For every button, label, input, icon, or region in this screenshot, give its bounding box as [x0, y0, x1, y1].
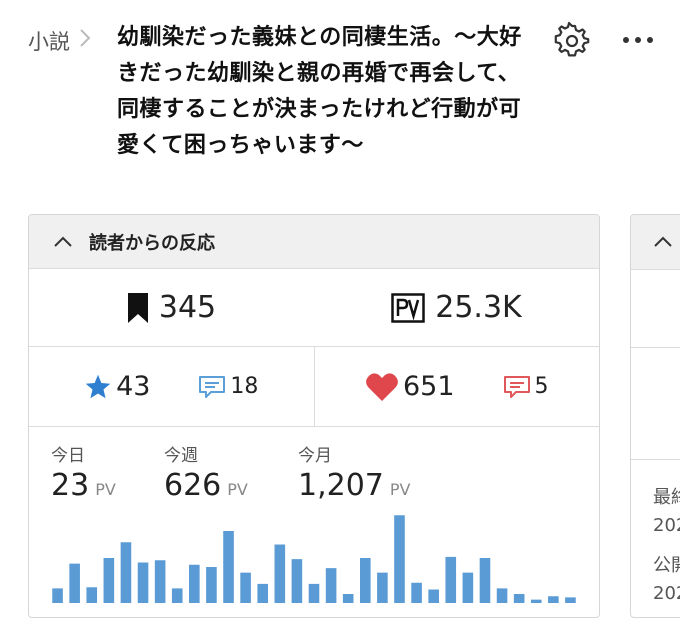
daily-pv-chart [52, 515, 576, 603]
heart-count: 651 [365, 371, 455, 402]
comment-icon [503, 375, 530, 398]
pv-bar [69, 563, 80, 603]
gear-icon[interactable] [552, 20, 592, 60]
side-card: 最終 202 公開 202 [630, 214, 680, 618]
side-card-value: 202 [653, 583, 680, 604]
work-title[interactable]: 幼馴染だった義妹との同棲生活。〜大好きだった幼馴染と親の再婚で再会して、同棲する… [117, 20, 537, 164]
pv-bar [411, 582, 422, 603]
pv-bar [137, 562, 149, 603]
pv-bar [120, 542, 132, 603]
pv-stats: 今日 23 PV 今週 626 PV 今月 1,207 PV [29, 427, 599, 617]
reactions-card: 読者からの反応 345 25.3K 43 18 651 5 今日 23 PV 今… [28, 214, 600, 618]
side-card-label: 最終 [653, 487, 680, 508]
pv-bar [308, 583, 320, 603]
breadcrumb-category[interactable]: 小説 [28, 26, 70, 56]
pv-bar [513, 594, 525, 603]
chevron-up-icon [654, 236, 672, 247]
side-card-divider [631, 347, 680, 348]
more-icon[interactable] [618, 20, 658, 60]
pv-bar [257, 583, 269, 603]
totals-row: 345 25.3K [29, 269, 599, 347]
pv-bar [496, 588, 508, 603]
pv-bar [479, 558, 491, 603]
reactions-heading: 読者からの反応 [89, 232, 215, 254]
pv-bar [548, 596, 559, 603]
pv-bar [530, 599, 542, 603]
pv-month: 今月 1,207 PV [298, 446, 411, 503]
heart-comment-count: 5 [503, 374, 549, 399]
comment-icon [199, 375, 226, 398]
pv-today: 今日 23 PV [51, 446, 116, 503]
pv-bar [428, 589, 439, 603]
breadcrumb[interactable]: 小説 [28, 26, 92, 56]
chevron-right-icon [78, 27, 92, 55]
heart-reactions: 651 5 [313, 347, 600, 426]
pv-bar [154, 560, 166, 603]
pv-bar [103, 558, 115, 603]
pv-bar [325, 568, 337, 603]
work-header: 小説 幼馴染だった義妹との同棲生活。〜大好きだった幼馴染と親の再婚で再会して、同… [0, 0, 680, 200]
pv-bar [240, 572, 251, 603]
star-icon [85, 374, 111, 398]
side-card-label: 公開 [653, 555, 680, 576]
pv-bar [52, 588, 63, 603]
pv-bar [291, 559, 303, 603]
pv-bar [223, 531, 234, 603]
pv-bar [189, 564, 200, 603]
pv-bar [394, 515, 405, 603]
pv-bar [274, 544, 286, 603]
pv-bar [565, 597, 576, 603]
reactions-card-header[interactable]: 読者からの反応 [29, 215, 599, 269]
bookmark-count: 345 [29, 269, 314, 346]
star-count: 43 [84, 371, 150, 402]
chevron-up-icon [54, 236, 72, 247]
pv-bar [171, 588, 183, 603]
heart-icon [366, 372, 398, 401]
pv-bar [342, 594, 354, 603]
pv-bar [359, 558, 371, 603]
star-reactions: 43 18 [29, 347, 314, 426]
pv-bar [206, 567, 217, 603]
side-card-value: 202 [653, 515, 680, 536]
pv-bar [462, 572, 474, 603]
reaction-breakdown-row: 43 18 651 5 [29, 347, 599, 427]
pv-bar [445, 556, 457, 603]
bookmark-icon [127, 292, 148, 323]
pv-week: 今週 626 PV [164, 446, 248, 503]
pv-bar [377, 572, 388, 603]
pv-total: 25.3K [314, 269, 599, 346]
side-card-divider [631, 459, 680, 460]
pv-icon [391, 292, 425, 323]
side-card-header[interactable] [631, 215, 680, 270]
pv-bar [86, 587, 98, 603]
star-comment-count: 18 [198, 374, 258, 399]
